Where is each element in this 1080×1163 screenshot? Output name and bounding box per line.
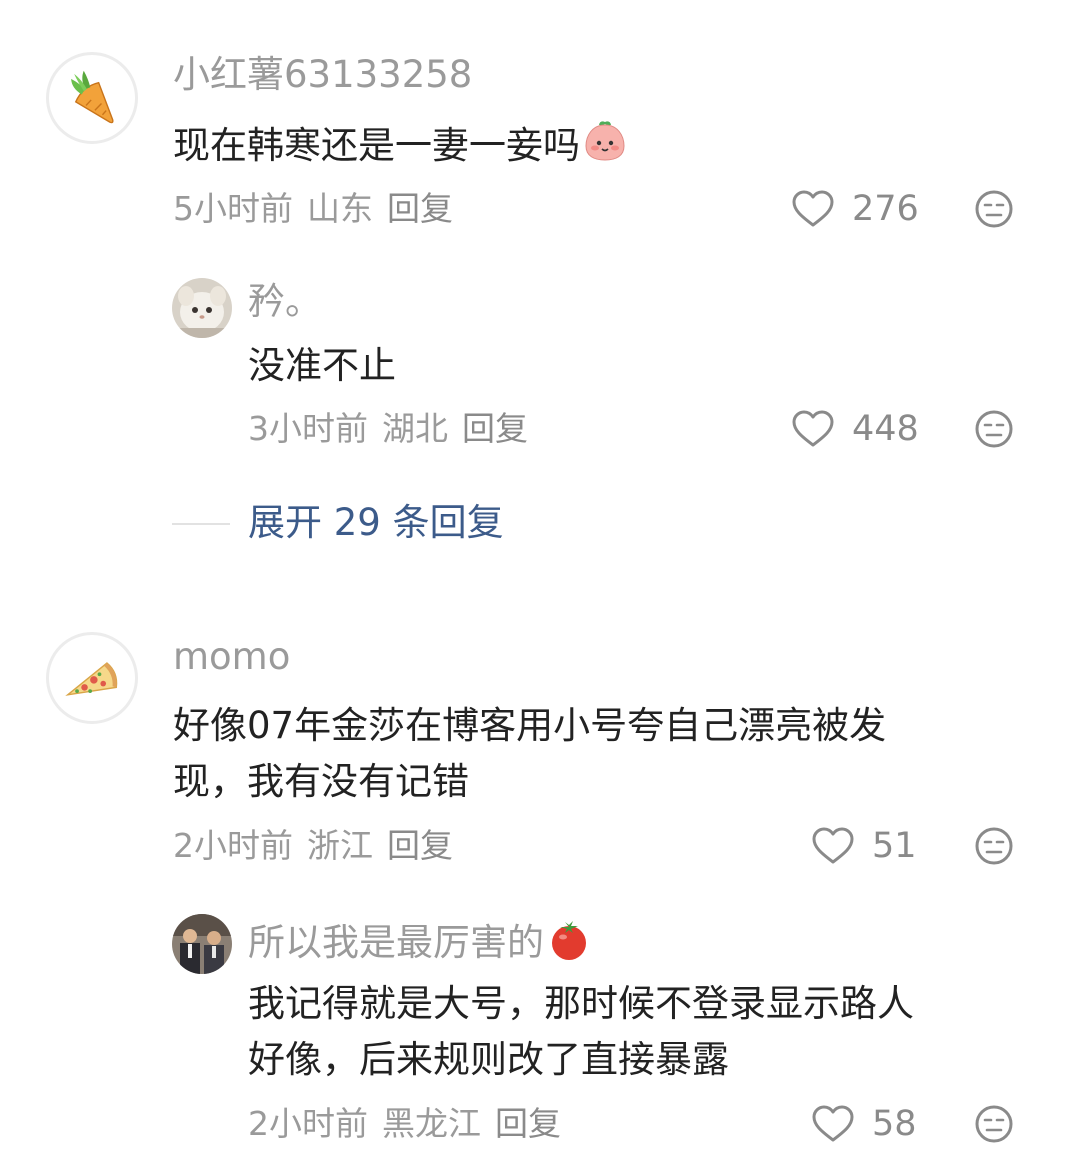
dislike-face-icon[interactable]	[974, 1104, 1014, 1144]
cat-photo-avatar[interactable]	[172, 278, 232, 338]
comment-meta: 2小时前 浙江 回复	[173, 826, 467, 866]
carrot-icon[interactable]	[46, 52, 138, 144]
comments-page: 小红薯63133258 现在韩寒还是一妻一妾吗 5小时前 山东 回复 276 矜…	[0, 0, 1080, 1163]
comment-time: 2小时前	[173, 826, 293, 865]
comment-time: 5小时前	[173, 189, 293, 228]
reply-button[interactable]: 回复	[462, 409, 528, 448]
heart-icon[interactable]	[791, 189, 835, 229]
reply-username[interactable]: 矜。	[248, 280, 322, 324]
tomato-emoji	[546, 917, 592, 963]
comment-text-line: 现，我有没有记错	[173, 760, 469, 803]
reply-location: 湖北	[382, 409, 448, 448]
dislike-face-icon[interactable]	[974, 189, 1014, 229]
heart-icon[interactable]	[791, 409, 835, 449]
comment-text: 好像07年金莎在博客用小号夸自己漂亮被发 现，我有没有记错	[173, 698, 1033, 810]
people-photo-avatar[interactable]	[172, 914, 232, 974]
comment-location: 浙江	[307, 826, 373, 865]
reply-text-line: 好像，后来规则改了直接暴露	[248, 1038, 729, 1081]
like-count: 448	[852, 409, 919, 449]
heart-icon[interactable]	[811, 1104, 855, 1144]
comment-username[interactable]: 小红薯63133258	[173, 53, 472, 97]
expand-divider	[172, 523, 230, 525]
reply-text: 我记得就是大号，那时候不登录显示路人 好像，后来规则改了直接暴露	[248, 976, 1038, 1088]
reply-button[interactable]: 回复	[387, 826, 453, 865]
dislike-face-icon[interactable]	[974, 826, 1014, 866]
reply-time: 3小时前	[248, 409, 368, 448]
reply-text-line: 我记得就是大号，那时候不登录显示路人	[248, 982, 914, 1025]
heart-icon[interactable]	[811, 826, 855, 866]
comment-meta: 5小时前 山东 回复	[173, 189, 467, 229]
reply-text: 没准不止	[248, 344, 396, 387]
comment-text-content: 现在韩寒还是一妻一妾吗	[173, 124, 580, 167]
reply-username-text: 所以我是最厉害的	[248, 921, 544, 964]
reply-button[interactable]: 回复	[495, 1104, 561, 1143]
comment-location: 山东	[307, 189, 373, 228]
comment-text: 现在韩寒还是一妻一妾吗	[173, 118, 628, 174]
comment-text-line: 好像07年金莎在博客用小号夸自己漂亮被发	[173, 704, 887, 747]
reply-location: 黑龙江	[382, 1104, 481, 1143]
like-count: 51	[872, 826, 917, 866]
reply-button[interactable]: 回复	[387, 189, 453, 228]
dislike-face-icon[interactable]	[974, 409, 1014, 449]
expand-replies-button[interactable]: 展开 29 条回复	[248, 501, 504, 545]
comment-username[interactable]: momo	[173, 635, 290, 679]
pink-blob-emoji	[582, 118, 628, 164]
pizza-icon[interactable]	[46, 632, 138, 724]
like-count: 276	[852, 189, 919, 229]
reply-meta: 2小时前 黑龙江 回复	[248, 1104, 575, 1144]
reply-time: 2小时前	[248, 1104, 368, 1143]
reply-username[interactable]: 所以我是最厉害的	[248, 917, 592, 965]
like-count: 58	[872, 1104, 917, 1144]
reply-meta: 3小时前 湖北 回复	[248, 409, 542, 449]
